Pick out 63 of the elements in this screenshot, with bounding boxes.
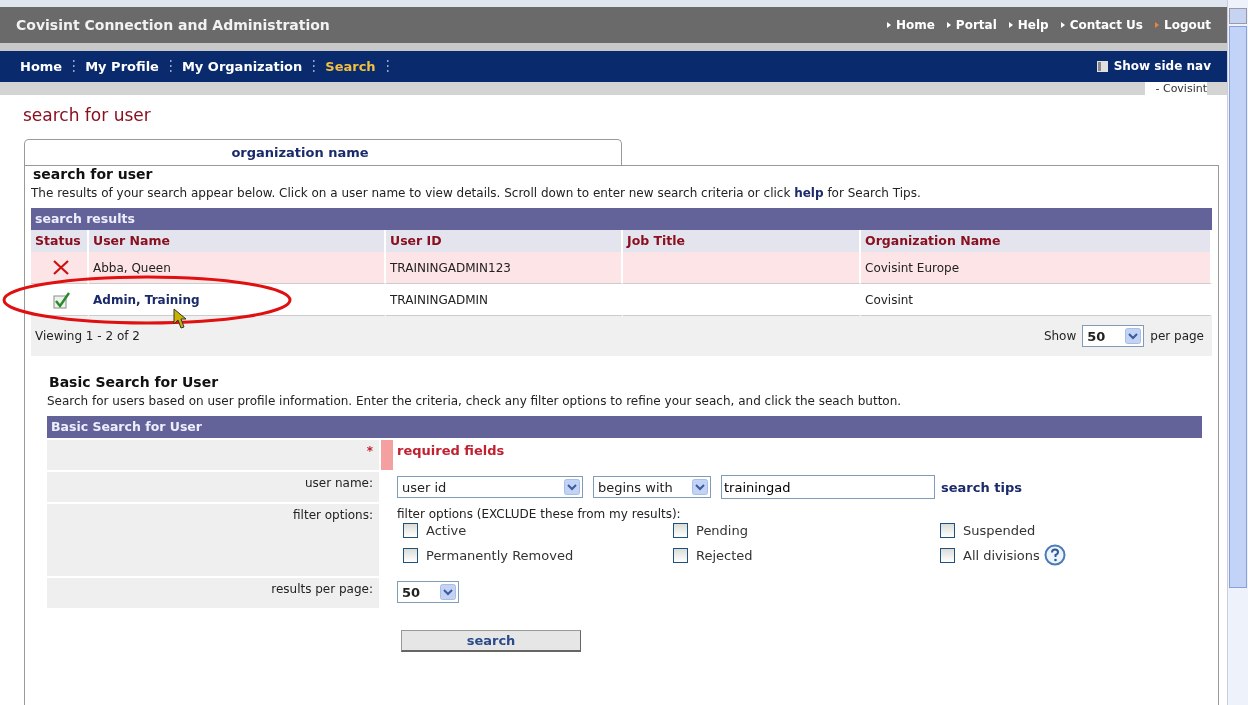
per-page-label: per page: [1150, 329, 1204, 343]
table-cell: TRAININGADMIN123: [390, 260, 511, 275]
per-page-select[interactable]: 50: [1082, 325, 1145, 347]
header-link[interactable]: Portal: [946, 17, 997, 32]
column-header: Status: [31, 230, 89, 252]
field-select[interactable]: user id: [397, 476, 583, 498]
filter-checkbox[interactable]: Active: [403, 523, 467, 538]
nav-item[interactable]: My Profile: [85, 58, 159, 74]
cross-icon: [52, 258, 70, 277]
nav-item[interactable]: Home: [20, 58, 63, 74]
help-link[interactable]: help: [794, 186, 824, 200]
column-header: Organization Name: [861, 230, 1212, 252]
required-fields-note: required fields: [397, 443, 505, 458]
column-header: User ID: [386, 230, 623, 252]
separator-icon: [168, 59, 172, 74]
filter-checkbox[interactable]: Suspended: [940, 523, 1036, 538]
search-input[interactable]: trainingad: [721, 475, 935, 499]
search-button[interactable]: search: [401, 630, 581, 652]
results-per-page-select[interactable]: 50: [397, 581, 459, 603]
header-link[interactable]: Logout: [1155, 17, 1211, 32]
column-header: User Name: [89, 230, 386, 252]
app-title: Covisint Connection and Administration: [16, 16, 330, 33]
required-marker: [381, 440, 393, 470]
table-cell: Covisint Europe: [865, 260, 960, 275]
separator-icon: [312, 59, 316, 74]
side-nav-link[interactable]: Show side nav: [1096, 59, 1211, 74]
viewing-count: Viewing 1 - 2 of 2: [35, 329, 140, 343]
user-name-link[interactable]: Admin, Training: [93, 292, 200, 307]
table-title-bar: search results: [31, 208, 1212, 230]
tab[interactable]: organization name: [24, 139, 622, 166]
field-label: user name:: [304, 476, 373, 490]
table-cell: Abba, Queen: [93, 260, 171, 275]
show-label: Show: [1043, 329, 1077, 343]
search-tips-link[interactable]: search tips: [941, 479, 1022, 495]
filter-checkbox[interactable]: Rejected: [673, 547, 753, 563]
description-text: Search for users based on user profile information. Enter the criteria, check any filter options to refine your seach, and click the seach button.: [47, 394, 903, 408]
header-link[interactable]: Contact Us: [1060, 17, 1143, 32]
description-text: The results of your search appear below. Click on a user name to view details. Scroll down to enter new search criteria or click help for Search Tips.: [31, 186, 922, 200]
checkmark-icon: [52, 290, 70, 309]
form-title-bar: Basic Search for User: [47, 416, 1202, 438]
nav-item[interactable]: My Organization: [181, 58, 303, 74]
scroll-thumb[interactable]: [1229, 26, 1247, 588]
section-heading: search for user: [33, 166, 154, 182]
table-cell: TRAININGADMIN: [390, 292, 489, 307]
table-cell: Covisint: [865, 292, 914, 307]
field-label: filter options:: [293, 508, 373, 522]
panel-icon: [1096, 60, 1108, 72]
header-link[interactable]: Help: [1008, 17, 1049, 32]
separator-icon: [385, 59, 389, 74]
page-title: search for user: [23, 105, 152, 125]
match-select[interactable]: begins with: [593, 476, 711, 498]
header-link[interactable]: Home: [886, 17, 935, 32]
cursor-icon: [173, 308, 189, 330]
column-header: Job Title: [623, 230, 861, 252]
nav-item[interactable]: Search: [325, 58, 376, 74]
section-heading: Basic Search for User: [49, 374, 220, 390]
field-label: results per page:: [271, 582, 373, 596]
filter-checkbox[interactable]: Permanently Removed: [403, 547, 574, 563]
separator-icon: [72, 59, 76, 74]
filter-checkbox[interactable]: Pending: [673, 523, 748, 538]
filter-checkbox[interactable]: All divisions: [940, 547, 1040, 563]
required-mark: *: [366, 444, 373, 458]
filter-caption: filter options (EXCLUDE these from my results):: [397, 507, 682, 521]
